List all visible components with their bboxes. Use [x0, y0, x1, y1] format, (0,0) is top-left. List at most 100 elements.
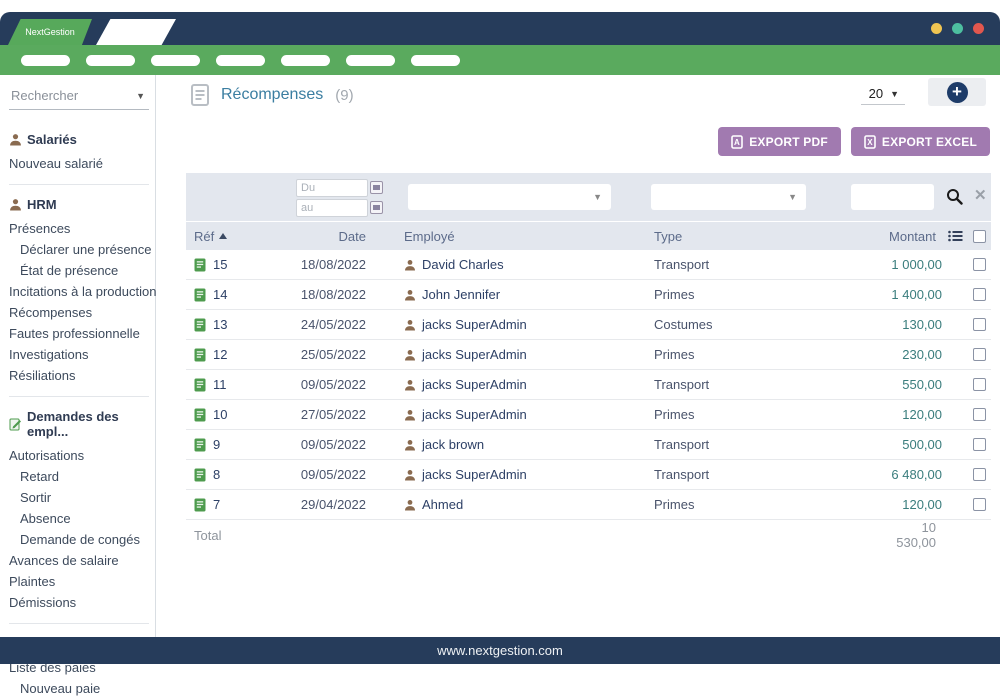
employee-link[interactable]: jacks SuperAdmin	[372, 317, 654, 332]
browser-tab-inactive[interactable]	[96, 19, 176, 45]
row-checkbox[interactable]	[973, 468, 986, 481]
row-checkbox[interactable]	[973, 438, 986, 451]
traffic-light-icon[interactable]	[952, 23, 963, 34]
employee-link[interactable]: jacks SuperAdmin	[372, 407, 654, 422]
export-excel-button[interactable]: X EXPORT EXCEL	[851, 127, 990, 156]
ref-link[interactable]: 10	[213, 407, 227, 422]
table-row: 10 27/05/2022 jacks SuperAdmin Primes 12…	[186, 400, 991, 430]
employee-link[interactable]: jacks SuperAdmin	[372, 467, 654, 482]
header-ref-sort[interactable]: Réf	[186, 229, 296, 244]
page-size-select[interactable]: 20 ▼	[861, 85, 905, 105]
sidebar-item[interactable]: Fautes professionnelle	[9, 323, 149, 344]
search-icon[interactable]	[946, 188, 963, 205]
row-checkbox[interactable]	[973, 288, 986, 301]
sidebar-section-title: Demandes des empl...	[27, 409, 149, 439]
ref-link[interactable]: 8	[213, 467, 220, 482]
traffic-light-icon[interactable]	[931, 23, 942, 34]
employee-link[interactable]: jacks SuperAdmin	[372, 377, 654, 392]
ref-link[interactable]: 7	[213, 497, 220, 512]
row-checkbox[interactable]	[973, 258, 986, 271]
plus-icon: +	[947, 82, 968, 103]
ref-link[interactable]: 9	[213, 437, 220, 452]
row-checkbox[interactable]	[973, 348, 986, 361]
sidebar-item[interactable]: Sortir	[9, 487, 149, 508]
user-icon	[404, 379, 416, 391]
sidebar-item[interactable]: Retard	[9, 466, 149, 487]
export-pdf-button[interactable]: A EXPORT PDF	[718, 127, 841, 156]
traffic-light-icon[interactable]	[973, 23, 984, 34]
row-checkbox[interactable]	[973, 318, 986, 331]
sidebar-section-title: Salariés	[27, 132, 77, 147]
cell-amount: 120,00	[882, 407, 942, 422]
sidebar-item[interactable]: Nouveau salarié	[9, 153, 149, 174]
nav-pill[interactable]	[411, 55, 460, 66]
user-icon	[404, 319, 416, 331]
nav-pill[interactable]	[151, 55, 200, 66]
ref-link[interactable]: 13	[213, 317, 227, 332]
employee-link[interactable]: jack brown	[372, 437, 654, 452]
column-options-icon[interactable]	[942, 230, 968, 242]
sidebar-item[interactable]: Absence	[9, 508, 149, 529]
user-icon	[404, 499, 416, 511]
calendar-icon[interactable]	[370, 181, 383, 194]
employee-link[interactable]: jacks SuperAdmin	[372, 347, 654, 362]
sidebar-item[interactable]: Incitations à la production	[9, 281, 149, 302]
reward-doc-icon	[194, 258, 206, 272]
clear-filters-icon[interactable]: ✕	[974, 186, 987, 204]
sidebar-item[interactable]: Autorisations	[9, 445, 149, 466]
sidebar-item[interactable]: Présences	[9, 218, 149, 239]
employee-name: Ahmed	[422, 497, 463, 512]
date-to-input[interactable]	[296, 199, 368, 217]
cell-date: 29/04/2022	[296, 497, 372, 512]
employee-link[interactable]: Ahmed	[372, 497, 654, 512]
sidebar-search-select[interactable]: Rechercher ▼	[9, 87, 149, 110]
row-checkbox[interactable]	[973, 498, 986, 511]
calendar-icon[interactable]	[370, 201, 383, 214]
nav-pill[interactable]	[21, 55, 70, 66]
ref-link[interactable]: 14	[213, 287, 227, 302]
row-checkbox[interactable]	[973, 378, 986, 391]
sidebar-section-header[interactable]: HRM	[9, 197, 149, 212]
employee-name: jack brown	[422, 437, 484, 452]
cell-date: 09/05/2022	[296, 377, 372, 392]
employee-link[interactable]: David Charles	[372, 257, 654, 272]
employee-link[interactable]: John Jennifer	[372, 287, 654, 302]
footer-url: www.nextgestion.com	[437, 643, 563, 658]
sidebar-item[interactable]: Plaintes	[9, 571, 149, 592]
select-all-checkbox[interactable]	[973, 230, 986, 243]
sidebar-item[interactable]: Investigations	[9, 344, 149, 365]
employee-name: jacks SuperAdmin	[422, 407, 527, 422]
page-title: Récompenses	[221, 86, 323, 104]
ref-link[interactable]: 11	[213, 377, 227, 392]
browser-tab-active[interactable]: NextGestion	[8, 19, 92, 45]
employee-filter-select[interactable]: ▼	[408, 184, 611, 210]
reward-doc-icon	[194, 498, 206, 512]
amount-filter-input[interactable]	[851, 184, 934, 210]
sidebar-item[interactable]: Démissions	[9, 592, 149, 613]
nav-pill[interactable]	[86, 55, 135, 66]
record-count: (9)	[335, 87, 353, 104]
sidebar-item[interactable]: Résiliations	[9, 365, 149, 386]
ref-link[interactable]: 15	[213, 257, 227, 272]
sidebar-item[interactable]: Avances de salaire	[9, 550, 149, 571]
user-icon	[404, 469, 416, 481]
sidebar-item[interactable]: Récompenses	[9, 302, 149, 323]
sidebar-section-header[interactable]: Salariés	[9, 132, 149, 147]
svg-text:A: A	[734, 138, 740, 147]
ref-link[interactable]: 12	[213, 347, 227, 362]
date-from-input[interactable]	[296, 179, 368, 197]
total-value: 10 530,00	[882, 520, 942, 550]
nav-pill[interactable]	[346, 55, 395, 66]
sidebar-item[interactable]: Demande de congés	[9, 529, 149, 550]
sidebar-section-header[interactable]: Demandes des empl...	[9, 409, 149, 439]
type-filter-select[interactable]: ▼	[651, 184, 806, 210]
add-button[interactable]: +	[928, 78, 986, 106]
sidebar-item[interactable]: Déclarer une présence	[9, 239, 149, 260]
sidebar-item[interactable]: État de présence	[9, 260, 149, 281]
nav-pill[interactable]	[281, 55, 330, 66]
row-checkbox[interactable]	[973, 408, 986, 421]
nav-pill[interactable]	[216, 55, 265, 66]
sidebar-item[interactable]: Nouveau paie	[9, 678, 149, 699]
cell-amount: 550,00	[882, 377, 942, 392]
employee-name: David Charles	[422, 257, 504, 272]
